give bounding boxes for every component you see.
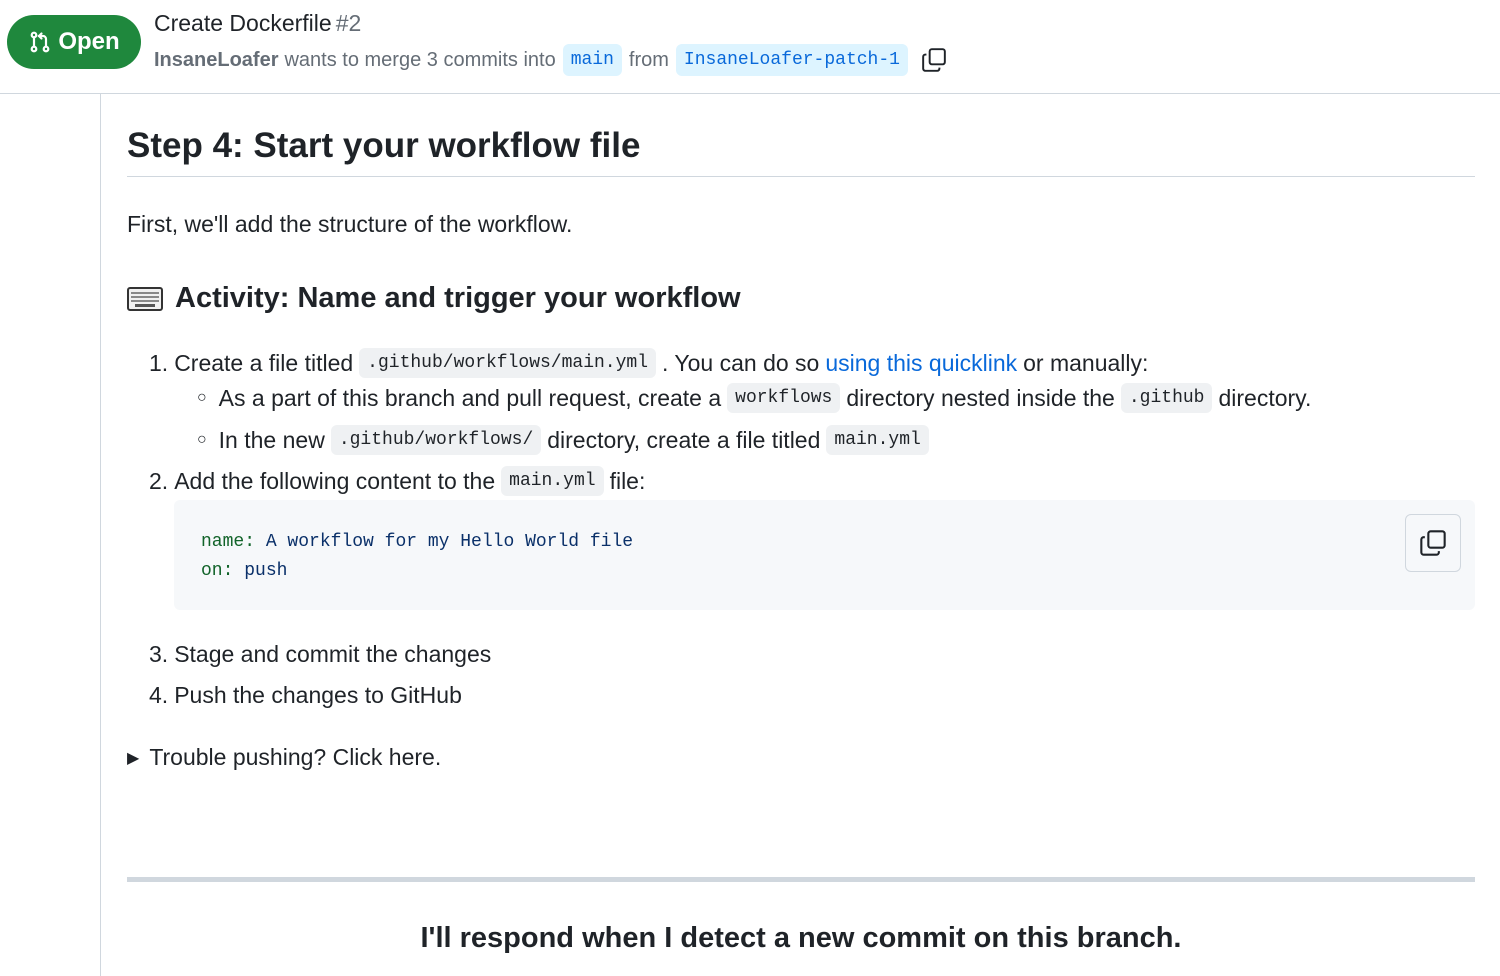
list-number: 3. <box>149 641 169 667</box>
bullet-icon: ○ <box>197 389 207 406</box>
from-text: from <box>628 48 669 71</box>
list-item-3: 3. Stage and commit the changes <box>149 641 491 668</box>
sub-list-item-2: ○ In the new .github/workflows/ director… <box>197 425 935 455</box>
quicklink-link[interactable]: using this quicklink <box>825 350 1017 377</box>
details-summary[interactable]: ▶ Trouble pushing? Click here. <box>127 744 441 771</box>
inline-code: .github/workflows/ <box>330 425 542 455</box>
respond-text: I'll respond when I detect a new commit … <box>420 922 1182 954</box>
copy-code-button[interactable] <box>1405 514 1461 572</box>
pr-state-label: Open <box>58 28 120 55</box>
copy-icon <box>1420 530 1446 556</box>
code-value: push <box>244 561 288 581</box>
pr-title-text: Create Dockerfile <box>154 10 332 36</box>
copy-icon <box>922 48 946 72</box>
list-text: Push the changes to GitHub <box>174 682 462 708</box>
list-text: directory, create a file titled <box>547 426 821 453</box>
list-item-4: 4. Push the changes to GitHub <box>149 682 462 709</box>
list-text: In the new <box>218 426 325 453</box>
list-text: directory. <box>1218 384 1312 411</box>
pr-title: Create Dockerfile #2 <box>154 10 361 37</box>
list-number: 4. <box>149 682 169 708</box>
code-block: name: A workflow for my Hello World file… <box>174 500 1475 610</box>
intro-text: First, we'll add the structure of the wo… <box>127 211 573 237</box>
inline-code: workflows <box>727 383 841 413</box>
bullet-icon: ○ <box>197 431 207 448</box>
copy-branch-button[interactable] <box>919 45 949 75</box>
merge-text: wants to merge 3 commits into <box>284 48 556 71</box>
list-text: Create a file titled <box>174 349 354 376</box>
disclosure-triangle-icon: ▶ <box>127 749 140 767</box>
list-number: 1. <box>149 349 169 376</box>
git-pull-request-icon <box>30 31 50 53</box>
activity-heading: Activity: Name and trigger your workflow <box>127 282 741 315</box>
list-text: directory nested inside the <box>846 384 1115 411</box>
list-text: Stage and commit the changes <box>174 641 492 667</box>
list-text: or manually: <box>1023 349 1149 376</box>
list-text: Add the following content to the <box>174 467 496 494</box>
code-value: A workflow for my Hello World file <box>265 532 634 552</box>
list-item-1: 1. Create a file titled .github/workflow… <box>149 348 1148 378</box>
head-branch[interactable]: InsaneLoafer-patch-1 <box>675 44 908 76</box>
sub-list-item-1: ○ As a part of this branch and pull requ… <box>197 383 1311 413</box>
step-heading: Step 4: Start your workflow file <box>127 126 1475 177</box>
section-divider <box>127 877 1475 882</box>
pr-header: Open Create Dockerfile #2 InsaneLoafer wa… <box>0 0 1500 94</box>
inline-code: main.yml <box>826 425 929 455</box>
list-text: As a part of this branch and pull reques… <box>218 384 722 411</box>
pr-author-link[interactable]: InsaneLoafer <box>154 49 278 72</box>
inline-code: .github/workflows/main.yml <box>359 348 657 378</box>
list-number: 2. <box>149 467 169 494</box>
code-content[interactable]: name: A workflow for my Hello World file… <box>201 528 633 586</box>
inline-code: .github <box>1120 383 1213 413</box>
timeline-rail <box>100 94 101 976</box>
details-summary-text: Trouble pushing? Click here. <box>149 744 442 770</box>
code-key: on: <box>201 561 234 581</box>
activity-heading-text: Activity: Name and trigger your workflow <box>175 282 741 314</box>
base-branch[interactable]: main <box>562 44 622 76</box>
pr-state-badge[interactable]: Open <box>7 15 141 69</box>
list-item-2: 2. Add the following content to the main… <box>149 466 645 496</box>
pr-meta: InsaneLoafer wants to merge 3 commits in… <box>154 42 949 78</box>
inline-code: main.yml <box>501 466 604 496</box>
keyboard-icon <box>127 286 163 311</box>
code-key: name: <box>201 532 256 552</box>
list-text: file: <box>609 467 646 494</box>
list-text: . You can do so <box>662 349 820 376</box>
pr-number: #2 <box>335 10 362 36</box>
